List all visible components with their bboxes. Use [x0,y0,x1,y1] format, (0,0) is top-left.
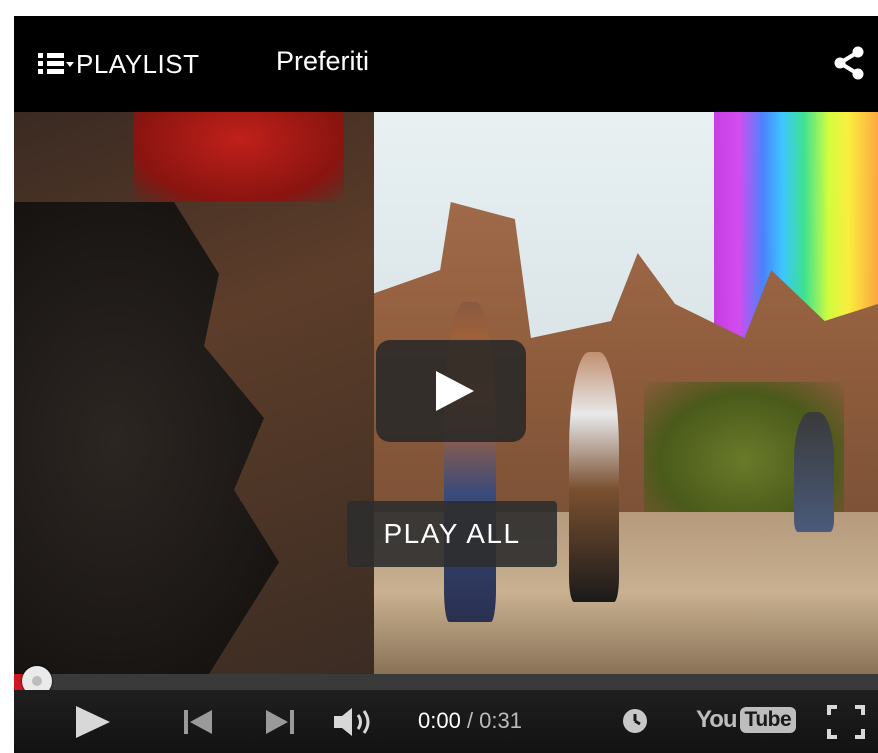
caret-down-icon [66,62,74,67]
playlist-menu-button[interactable]: PLAYLIST [38,44,199,84]
list-icon [38,49,74,79]
skip-next-icon[interactable] [264,708,296,736]
player-top-bar: PLAYLIST Preferiti [14,16,878,112]
control-bar: 0:00 / 0:31 You Tube [14,690,878,753]
duration: 0:31 [479,708,522,733]
time-separator: / [460,708,480,733]
playlist-title[interactable]: Preferiti [276,46,369,77]
video-thumbnail-person [569,352,619,602]
play-icon[interactable] [72,704,112,740]
big-play-button[interactable] [376,340,526,442]
video-frame[interactable]: PLAY ALL [14,112,878,674]
playlist-label: PLAYLIST [76,48,200,79]
current-time: 0:00 [418,708,461,733]
volume-icon[interactable] [332,706,382,738]
youtube-logo-tube: Tube [739,707,797,733]
clock-icon[interactable] [620,706,650,736]
fullscreen-icon[interactable] [826,704,866,740]
play-icon [436,371,474,411]
youtube-logo-button[interactable]: You Tube [696,704,797,736]
progress-bar[interactable] [14,674,878,690]
youtube-logo-you: You [696,706,738,733]
video-thumbnail-red-detail [134,112,344,202]
video-thumbnail-person [794,412,834,532]
video-player: PLAYLIST Preferiti PLAY ALL 0:00 / 0:31 … [14,16,878,753]
skip-previous-icon[interactable] [182,708,214,736]
share-icon[interactable] [834,46,864,80]
time-display: 0:00 / 0:31 [418,708,522,734]
play-all-button[interactable]: PLAY ALL [347,501,557,567]
